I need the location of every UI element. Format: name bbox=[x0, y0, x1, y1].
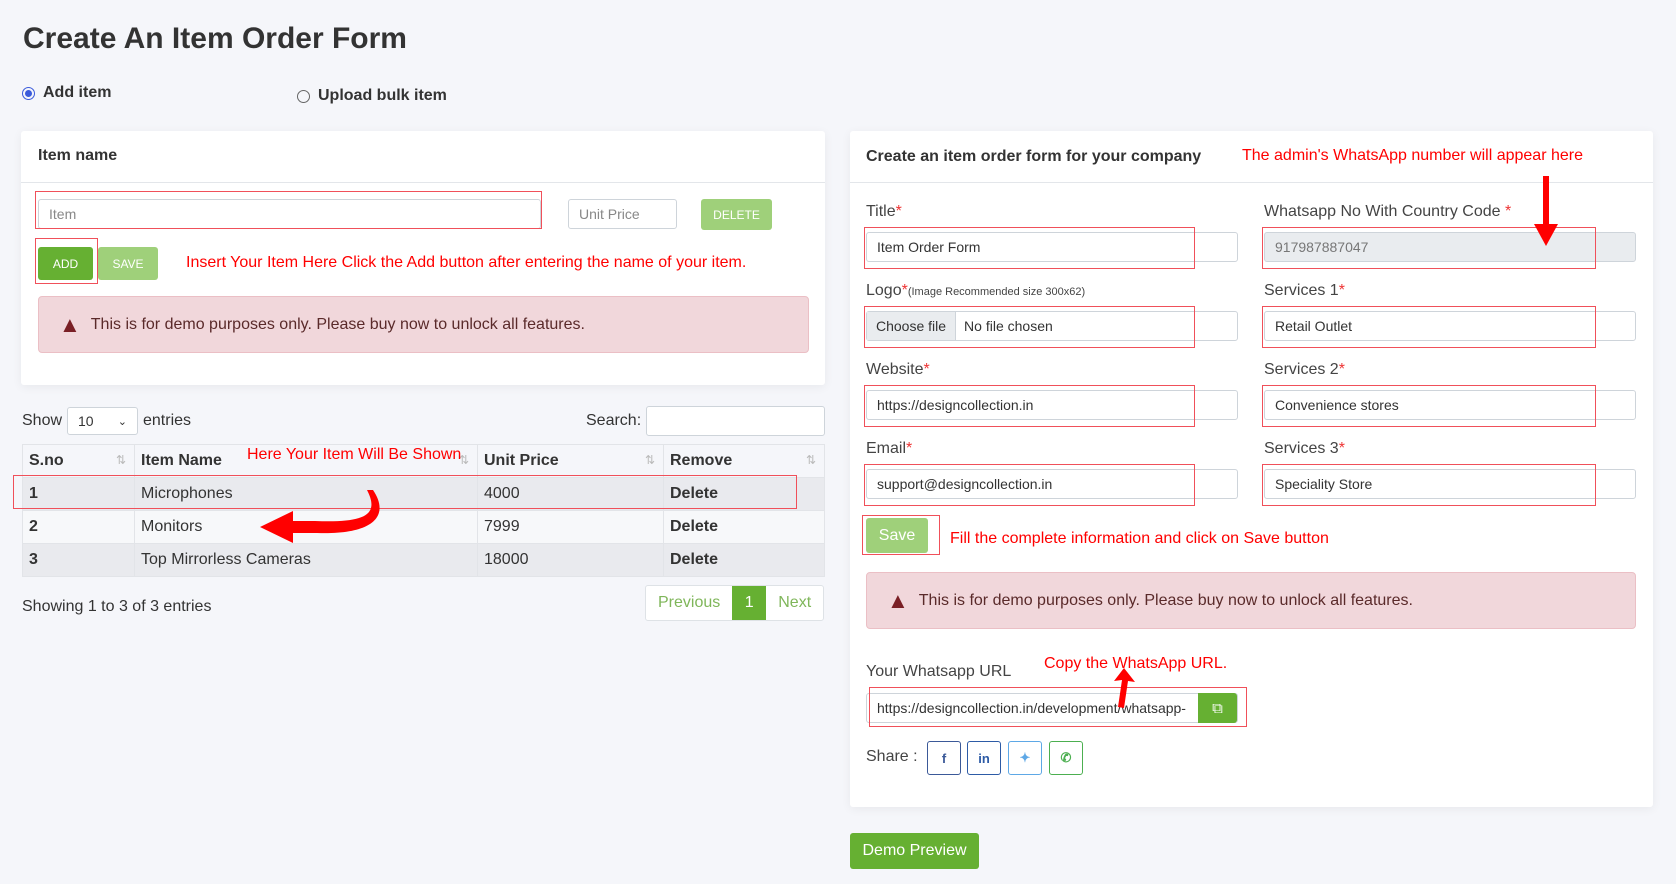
table-row: 3 Top Mirrorless Cameras 18000 Delete bbox=[22, 543, 825, 577]
linkedin-share-button[interactable]: in bbox=[967, 741, 1001, 775]
add-button[interactable]: ADD bbox=[38, 247, 93, 280]
show-label: Show bbox=[22, 412, 63, 429]
item-name-input[interactable]: Item bbox=[38, 199, 541, 229]
sort-icon: ⇅ bbox=[115, 453, 126, 467]
services2-label: Services 2* bbox=[1264, 361, 1345, 378]
warning-icon: ▲ bbox=[59, 311, 81, 337]
alert-text: This is for demo purposes only. Please b… bbox=[90, 315, 585, 333]
column-sno[interactable]: S.no ⇅ bbox=[22, 444, 135, 478]
radio-add-item[interactable]: Add item bbox=[22, 84, 111, 102]
whatsapp-annotation: The admin's WhatsApp number will appear … bbox=[1242, 147, 1583, 164]
next-button[interactable]: Next bbox=[766, 586, 823, 620]
unit-price-input[interactable]: Unit Price bbox=[568, 199, 677, 229]
share-label: Share : bbox=[866, 748, 918, 765]
alert-text: This is for demo purposes only. Please b… bbox=[918, 591, 1413, 609]
entries-label: entries bbox=[143, 412, 192, 429]
whatsapp-icon: ✆ bbox=[1060, 750, 1072, 765]
whatsapp-label: Whatsapp No With Country Code * bbox=[1264, 203, 1512, 220]
save-item-button[interactable]: SAVE bbox=[98, 247, 158, 280]
add-annotation: Insert Your Item Here Click the Add butt… bbox=[186, 254, 747, 271]
demo-preview-button[interactable]: Demo Preview bbox=[850, 833, 979, 869]
sort-icon: ⇅ bbox=[644, 453, 655, 467]
services3-input[interactable]: Speciality Store bbox=[1264, 469, 1636, 499]
services2-input[interactable]: Convenience stores bbox=[1264, 390, 1636, 420]
radio-label: Upload bulk item bbox=[318, 87, 447, 104]
logo-label: Logo*(Image Recommended size 300x62) bbox=[866, 282, 1086, 299]
logo-file-input[interactable]: Choose file No file chosen bbox=[866, 311, 1238, 341]
services1-input[interactable]: Retail Outlet bbox=[1264, 311, 1636, 341]
save-annotation: Fill the complete information and click … bbox=[950, 530, 1329, 547]
whatsapp-url-input[interactable]: https://designcollection.in/development/… bbox=[866, 693, 1238, 723]
entries-select[interactable]: 10 ⌄ bbox=[67, 407, 138, 435]
page-title: Create An Item Order Form bbox=[23, 22, 407, 55]
facebook-icon: f bbox=[941, 750, 947, 766]
down-arrow-icon bbox=[1534, 176, 1558, 246]
chevron-down-icon: ⌄ bbox=[117, 415, 127, 428]
copy-button[interactable]: ⧉ bbox=[1198, 693, 1237, 723]
radio-checked-icon bbox=[22, 86, 35, 100]
form-demo-alert: ▲ This is for demo purposes only. Please… bbox=[866, 572, 1636, 629]
facebook-share-button[interactable]: f bbox=[927, 741, 961, 775]
radio-label: Add item bbox=[43, 84, 112, 101]
delete-link[interactable]: Delete bbox=[663, 477, 825, 511]
entries-value: 10 bbox=[78, 413, 94, 429]
up-arrow-icon bbox=[1114, 668, 1135, 708]
sort-icon: ⇅ bbox=[805, 453, 816, 467]
column-remove[interactable]: Remove ⇅ bbox=[663, 444, 825, 478]
page-1-button[interactable]: 1 bbox=[732, 586, 767, 620]
email-input[interactable]: support@designcollection.in bbox=[866, 469, 1238, 499]
twitter-icon: ✦ bbox=[1019, 750, 1031, 765]
copy-icon: ⧉ bbox=[1212, 699, 1223, 717]
table-row: 1 Microphones 4000 Delete bbox=[22, 477, 825, 511]
pagination: Previous 1 Next bbox=[645, 585, 825, 621]
title-label: Title* bbox=[866, 203, 902, 220]
services1-label: Services 1* bbox=[1264, 282, 1345, 299]
radio-unchecked-icon bbox=[297, 89, 310, 103]
table-annotation: Here Your Item Will Be Shown bbox=[247, 446, 462, 463]
search-input[interactable] bbox=[646, 406, 825, 436]
file-status: No file chosen bbox=[964, 318, 1053, 334]
website-label: Website* bbox=[866, 361, 930, 378]
radio-upload-bulk[interactable]: Upload bulk item bbox=[297, 87, 447, 105]
save-form-button[interactable]: Save bbox=[866, 518, 928, 553]
delete-link[interactable]: Delete bbox=[663, 510, 825, 544]
previous-button[interactable]: Previous bbox=[646, 586, 732, 620]
column-unit-price[interactable]: Unit Price ⇅ bbox=[477, 444, 664, 478]
website-input[interactable]: https://designcollection.in bbox=[866, 390, 1238, 420]
delete-button[interactable]: DELETE bbox=[701, 199, 772, 230]
whatsapp-share-button[interactable]: ✆ bbox=[1049, 741, 1083, 775]
choose-file-button[interactable]: Choose file bbox=[867, 312, 957, 340]
delete-link[interactable]: Delete bbox=[663, 543, 825, 577]
search-label: Search: bbox=[586, 412, 642, 429]
curved-arrow-icon bbox=[260, 490, 380, 543]
warning-icon: ▲ bbox=[887, 587, 909, 613]
email-label: Email* bbox=[866, 440, 913, 457]
table-row: 2 Monitors 7999 Delete bbox=[22, 510, 825, 544]
table-info: Showing 1 to 3 of 3 entries bbox=[22, 598, 212, 615]
twitter-share-button[interactable]: ✦ bbox=[1008, 741, 1042, 775]
whatsapp-input: 917987887047 bbox=[1264, 232, 1636, 262]
services3-label: Services 3* bbox=[1264, 440, 1345, 457]
form-card-header: Create an item order form for your compa… bbox=[866, 148, 1202, 165]
title-input[interactable]: Item Order Form bbox=[866, 232, 1238, 262]
demo-alert: ▲ This is for demo purposes only. Please… bbox=[38, 296, 809, 353]
whatsapp-url-label: Your Whatsapp URL bbox=[866, 663, 1012, 680]
linkedin-icon: in bbox=[978, 750, 990, 766]
url-value: https://designcollection.in/development/… bbox=[877, 700, 1186, 716]
item-card-header: Item name bbox=[38, 147, 118, 164]
